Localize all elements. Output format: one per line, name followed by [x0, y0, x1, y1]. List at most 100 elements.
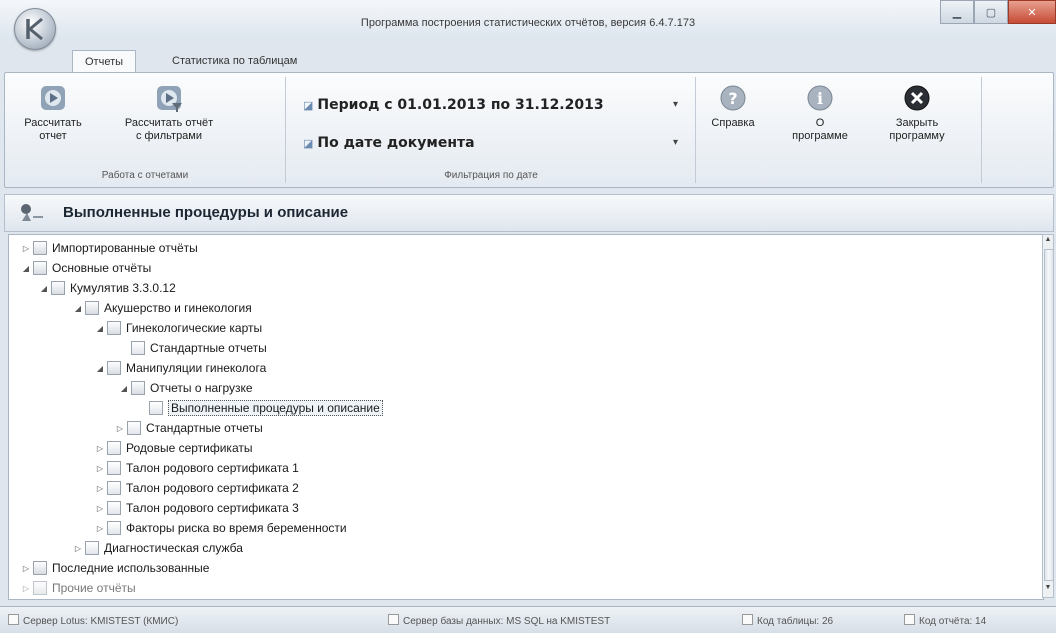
- tree-node[interactable]: ▷ Импортированные отчёты: [21, 239, 198, 257]
- tree-node-selected[interactable]: Выполненные процедуры и описание: [137, 399, 383, 417]
- expand-icon[interactable]: ▷: [115, 424, 125, 433]
- report-code-icon: [904, 614, 915, 625]
- svg-text:i: i: [817, 89, 823, 108]
- close-program-button[interactable]: Закрыть программу: [877, 83, 957, 143]
- tree-node-label: Манипуляции гинеколога: [126, 361, 267, 375]
- tree-node-label: Талон родового сертификата 1: [126, 461, 299, 475]
- reports-group-label: Работа с отчетами: [101, 170, 189, 181]
- collapse-icon[interactable]: ◢: [21, 264, 31, 273]
- calculate-with-filters-button[interactable]: Рассчитать отчёт с фильтрами: [109, 83, 229, 143]
- procedures-icon: [21, 204, 43, 221]
- report-tree: ▷ Импортированные отчёты ◢ Основные отчё…: [8, 234, 1044, 600]
- tree-node[interactable]: ▷ Талон родового сертификата 3: [95, 499, 299, 517]
- tree-node[interactable]: ◢ Основные отчёты: [21, 259, 151, 277]
- tree-node-label: Прочие отчёты: [52, 581, 136, 595]
- status-server-text: Сервер Lotus: KMISTEST (КМИС): [23, 616, 179, 627]
- play-filter-icon: [157, 86, 182, 112]
- tree-node[interactable]: ▷ Родовые сертификаты: [95, 439, 252, 457]
- calculate-report-label: Рассчитать отчет: [24, 117, 82, 142]
- tree-node[interactable]: ▷ Факторы риска во время беременности: [95, 519, 347, 537]
- folder-icon: [107, 321, 121, 335]
- close-program-label: Закрыть программу: [889, 117, 945, 142]
- tree-node-label: Кумулятив 3.3.0.12: [70, 281, 176, 295]
- tree-node-label: Талон родового сертификата 2: [126, 481, 299, 495]
- app-window: Программа построения статистических отчё…: [0, 0, 1056, 633]
- maximize-button[interactable]: ▢: [974, 0, 1008, 24]
- tree-node[interactable]: ▷ Диагностическая служба: [73, 539, 243, 557]
- tree-node[interactable]: ▷ Стандартные отчеты: [115, 419, 263, 437]
- collapse-icon[interactable]: ◢: [95, 364, 105, 373]
- collapse-icon[interactable]: ◢: [95, 324, 105, 333]
- filter-icon: ◪: [303, 99, 314, 112]
- period-selector[interactable]: ◪ Период с 01.01.2013 по 31.12.2013: [303, 97, 604, 113]
- date-mode-selector[interactable]: ◪ По дате документа: [303, 135, 475, 151]
- expand-icon[interactable]: ▷: [95, 444, 105, 453]
- report-icon: [107, 461, 121, 475]
- tree-node[interactable]: ▷ Талон родового сертификата 1: [95, 459, 299, 477]
- tree-node[interactable]: ▷ Прочие отчёты: [21, 579, 136, 597]
- tree-node-label: Стандартные отчеты: [150, 341, 267, 355]
- expand-icon[interactable]: ▷: [21, 244, 31, 253]
- tree-node-label: Основные отчёты: [52, 261, 152, 275]
- report-icon: [107, 441, 121, 455]
- tree-node[interactable]: ◢ Отчеты о нагрузке: [119, 379, 253, 397]
- tree-node[interactable]: ▷ Талон родового сертификата 2: [95, 479, 299, 497]
- collapse-icon[interactable]: ◢: [119, 384, 129, 393]
- expand-icon[interactable]: ▷: [95, 484, 105, 493]
- tree-node[interactable]: ◢ Кумулятив 3.3.0.12: [39, 279, 176, 297]
- tree-node[interactable]: ◢ Манипуляции гинеколога: [95, 359, 266, 377]
- folder-icon: [85, 301, 99, 315]
- about-label: О программе: [792, 117, 848, 142]
- table-icon: [742, 614, 753, 625]
- close-icon: ✕: [1027, 6, 1037, 19]
- expand-icon[interactable]: ▷: [95, 504, 105, 513]
- window-controls: ▁ ▢ ✕: [940, 0, 1056, 24]
- collapse-icon[interactable]: ◢: [39, 284, 49, 293]
- status-server: Сервер Lotus: KMISTEST (КМИС): [8, 614, 178, 627]
- scroll-up-icon[interactable]: ▲: [1043, 236, 1053, 248]
- folder-icon: [33, 561, 47, 575]
- expand-icon[interactable]: ▷: [21, 584, 31, 593]
- period-value: Период с 01.01.2013 по 31.12.2013: [317, 97, 604, 113]
- tree-node-label: Талон родового сертификата 3: [126, 501, 299, 515]
- expand-icon[interactable]: ▷: [21, 564, 31, 573]
- expand-icon[interactable]: ▷: [73, 544, 83, 553]
- status-report-code: Код отчёта: 14: [904, 614, 986, 627]
- tree-scrollbar[interactable]: ▲ ▼: [1042, 234, 1054, 598]
- minimize-button[interactable]: ▁: [940, 0, 974, 24]
- date-filter-group-label: Фильтрация по дате: [444, 170, 538, 181]
- tree-node[interactable]: Стандартные отчеты: [119, 339, 267, 357]
- status-table-code-text: Код таблицы: 26: [757, 616, 834, 627]
- app-menu-button[interactable]: [14, 8, 56, 50]
- about-button[interactable]: i О программе: [785, 83, 855, 143]
- play-report-icon: [41, 86, 65, 110]
- folder-icon: [33, 241, 47, 255]
- report-icon: [149, 401, 163, 415]
- tree-node[interactable]: ◢ Акушерство и гинекология: [73, 299, 252, 317]
- reports-group: Рассчитать отчет Рассчитать отчёт с филь…: [5, 77, 286, 183]
- expand-icon[interactable]: ▷: [95, 464, 105, 473]
- tab-reports[interactable]: Отчеты: [72, 50, 137, 74]
- period-dropdown-icon[interactable]: ▾: [673, 99, 678, 110]
- ribbon: Рассчитать отчет Рассчитать отчёт с филь…: [4, 72, 1054, 188]
- maximize-icon: ▢: [985, 6, 997, 19]
- scroll-down-icon[interactable]: ▼: [1043, 584, 1053, 596]
- help-icon: ?: [720, 85, 746, 111]
- date-mode-dropdown-icon[interactable]: ▾: [673, 137, 678, 148]
- scroll-thumb[interactable]: [1044, 249, 1054, 581]
- tree-node-label: Акушерство и гинекология: [104, 301, 252, 315]
- minimize-icon: ▁: [952, 6, 962, 19]
- tree-node[interactable]: ▷ Последние использованные: [21, 559, 209, 577]
- close-window-button[interactable]: ✕: [1008, 0, 1056, 24]
- calculate-report-button[interactable]: Рассчитать отчет: [15, 83, 91, 143]
- status-db-server: Сервер базы данных: MS SQL на KMISTEST: [388, 614, 610, 627]
- collapse-icon[interactable]: ◢: [73, 304, 83, 313]
- database-icon: [388, 614, 399, 625]
- svg-text:?: ?: [728, 89, 737, 108]
- calculate-with-filters-label: Рассчитать отчёт с фильтрами: [124, 117, 214, 142]
- tab-table-statistics[interactable]: Статистика по таблицам: [160, 50, 309, 72]
- tree-node[interactable]: ◢ Гинекологические карты: [95, 319, 262, 337]
- help-button[interactable]: ? Справка: [705, 83, 761, 130]
- expand-icon[interactable]: ▷: [95, 524, 105, 533]
- tree-node-label: Стандартные отчеты: [146, 421, 263, 435]
